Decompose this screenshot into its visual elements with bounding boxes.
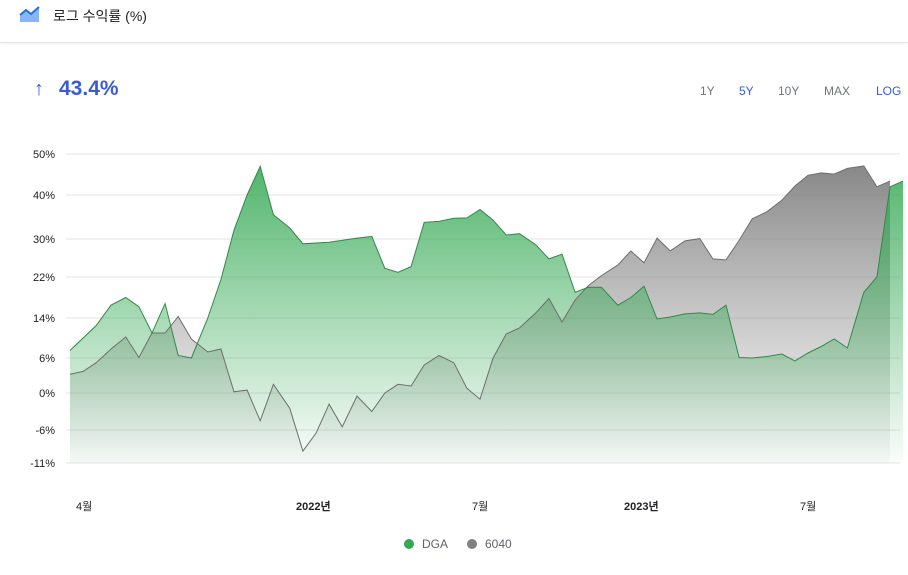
x-tick-label: 7월 — [800, 500, 816, 513]
y-tick-label: 6% — [39, 353, 55, 365]
legend-dot — [404, 539, 414, 549]
legend-item-dga[interactable]: DGA — [404, 537, 448, 551]
y-tick-label: 14% — [33, 313, 55, 325]
x-tick-label: 7월 — [472, 500, 488, 513]
chart-legend: DGA 6040 — [0, 537, 908, 553]
x-tick-label: 2023년 — [624, 499, 659, 513]
y-tick-label: -11% — [30, 458, 55, 470]
y-tick-label: 30% — [33, 234, 55, 246]
x-tick-label: 2022년 — [296, 499, 331, 513]
y-tick-label: 40% — [33, 190, 55, 202]
y-tick-label: -6% — [35, 425, 55, 437]
y-tick-label: 0% — [39, 388, 55, 400]
returns-chart: 50% 40% 30% 22% 14% 6% 0% -6% -11% 4월 2022년 7월 2023… — [30, 149, 904, 513]
legend-label: 6040 — [485, 537, 512, 551]
legend-item-6040[interactable]: 6040 — [467, 537, 512, 551]
y-tick-label: 22% — [33, 272, 55, 284]
y-tick-label: 50% — [33, 149, 55, 161]
x-tick-label: 4월 — [76, 500, 92, 513]
legend-label: DGA — [422, 537, 449, 551]
legend-dot — [467, 539, 477, 549]
